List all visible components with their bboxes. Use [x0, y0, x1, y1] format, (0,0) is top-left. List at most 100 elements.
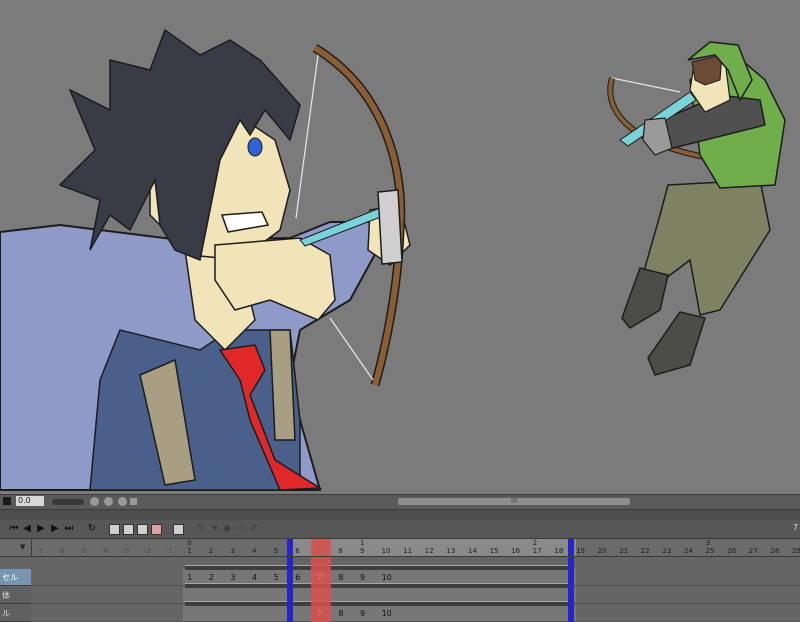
frame-label[interactable]: 11 [403, 547, 412, 555]
rotate-left-icon[interactable] [90, 497, 99, 506]
frame-label[interactable]: -1 [166, 547, 173, 555]
frame-label[interactable]: 25 [706, 547, 715, 555]
pen-icon[interactable]: ✐ [248, 523, 260, 535]
track-label[interactable]: 体 [0, 587, 31, 604]
frame-label[interactable]: 3 [230, 547, 234, 555]
range-end-marker [568, 539, 574, 556]
second-label: 2 [532, 539, 538, 547]
stop-icon[interactable] [3, 497, 11, 505]
frame-label[interactable]: -5 [79, 547, 86, 555]
first-frame-icon[interactable]: ⏮ [8, 523, 20, 535]
track-span [185, 583, 572, 588]
frame-label[interactable]: 26 [727, 547, 736, 555]
frame-label[interactable]: 12 [425, 547, 434, 555]
frame-ruler[interactable]: ▼ 0123-7-6-5-4-3-2-112345678910111213141… [0, 539, 800, 557]
frame-label[interactable]: 10 [382, 547, 391, 555]
frame-label[interactable]: 13 [446, 547, 455, 555]
new-cell-icon[interactable] [109, 524, 120, 535]
play-icon[interactable]: ▶ [35, 523, 47, 535]
frame-label[interactable]: -2 [144, 547, 151, 555]
frame-label[interactable]: -7 [36, 547, 43, 555]
panel-divider[interactable] [0, 510, 800, 520]
second-label: 1 [360, 539, 365, 547]
new-folder-icon[interactable] [137, 524, 148, 535]
frame-label[interactable]: 6 [295, 547, 299, 555]
cell-number[interactable]: 3 [230, 573, 235, 582]
frame-label[interactable]: -6 [58, 547, 65, 555]
range-start-marker [287, 539, 294, 556]
frame-label[interactable]: 22 [641, 547, 650, 555]
cell-number[interactable]: 8 [338, 573, 343, 582]
current-frame-column[interactable] [310, 539, 331, 556]
next-frame-icon[interactable]: ▶ [49, 523, 61, 535]
frame-label[interactable]: 20 [598, 547, 607, 555]
frame-label[interactable]: 4 [252, 547, 256, 555]
last-frame-icon[interactable]: ⏭ [63, 523, 75, 535]
frame-label[interactable]: 28 [770, 547, 779, 555]
flip-icon[interactable] [130, 498, 137, 505]
frame-label[interactable]: 18 [554, 547, 563, 555]
ruler-header: ▼ [0, 539, 32, 556]
eye [247, 137, 263, 157]
track-label[interactable]: セル [0, 569, 31, 586]
frame-label[interactable]: 8 [338, 547, 342, 555]
cell-number[interactable]: 5 [274, 573, 279, 582]
current-frame-column[interactable] [310, 557, 331, 622]
frame-label[interactable]: 9 [360, 547, 364, 555]
cell-number[interactable]: 8 [338, 609, 343, 618]
vest [89, 329, 301, 491]
draw-icon[interactable]: ▭ [236, 523, 248, 535]
edit-icon[interactable]: ✎ [195, 523, 207, 535]
hood-hair [691, 54, 723, 86]
cell-number[interactable]: 10 [382, 609, 392, 618]
frame-label[interactable]: -3 [122, 547, 129, 555]
frame-label[interactable]: 5 [274, 547, 278, 555]
frame-label[interactable]: 21 [619, 547, 628, 555]
frame-label[interactable]: -4 [101, 547, 108, 555]
hood-bowstring [611, 77, 681, 93]
drawing-canvas[interactable] [0, 0, 800, 494]
rotate-right-icon[interactable] [104, 497, 113, 506]
cell-number[interactable]: 1 [187, 573, 192, 582]
cell-number[interactable]: 2 [209, 573, 214, 582]
reset-rotation-icon[interactable] [118, 497, 127, 506]
scroll-grip-icon: III [511, 497, 518, 505]
frame-label[interactable]: 2 [209, 547, 213, 555]
bowstring-bottom [329, 317, 374, 381]
frame-label[interactable]: 1 [187, 547, 191, 555]
track-row[interactable]: 78910 [31, 601, 800, 622]
keyframe-icon[interactable]: ◆ [221, 523, 233, 535]
end-frame-label: 7 [792, 523, 798, 532]
cell-number[interactable]: 9 [360, 609, 365, 618]
frame-label[interactable]: 23 [662, 547, 671, 555]
new-camera-icon[interactable] [123, 524, 134, 535]
loop-icon[interactable]: ↻ [86, 523, 98, 535]
settings-icon[interactable] [173, 524, 184, 535]
bowstring-top [295, 54, 319, 219]
canvas-scrollbar[interactable]: 0.0 III [0, 494, 800, 510]
frame-label[interactable]: 24 [684, 547, 693, 555]
chevron-down-icon[interactable]: ▼ [20, 543, 25, 551]
zoom-readout[interactable]: 0.0 [16, 496, 44, 506]
cell-number[interactable]: 6 [295, 573, 300, 582]
frame-label[interactable]: 27 [749, 547, 758, 555]
delete-icon[interactable] [151, 524, 162, 535]
second-label: 3 [705, 539, 711, 547]
prev-frame-icon[interactable]: ◀ [21, 523, 33, 535]
cell-number[interactable]: 10 [382, 573, 392, 582]
zoom-slider[interactable] [52, 499, 84, 505]
frame-label[interactable]: 19 [576, 547, 585, 555]
cell-number[interactable]: 9 [360, 573, 365, 582]
artwork [0, 28, 786, 491]
frame-label[interactable]: 17 [533, 547, 542, 555]
timeline-tracks: セル12345678910体ル78910 [0, 557, 800, 622]
onion-icon[interactable]: ▾ [209, 523, 221, 535]
track-span [185, 565, 572, 570]
frame-label[interactable]: 16 [511, 547, 520, 555]
frame-label[interactable]: 14 [468, 547, 477, 555]
track-range [183, 605, 576, 621]
cell-number[interactable]: 4 [252, 573, 257, 582]
frame-label[interactable]: 15 [490, 547, 499, 555]
frame-label[interactable]: 29 [792, 547, 800, 555]
track-label[interactable]: ル [0, 605, 31, 622]
